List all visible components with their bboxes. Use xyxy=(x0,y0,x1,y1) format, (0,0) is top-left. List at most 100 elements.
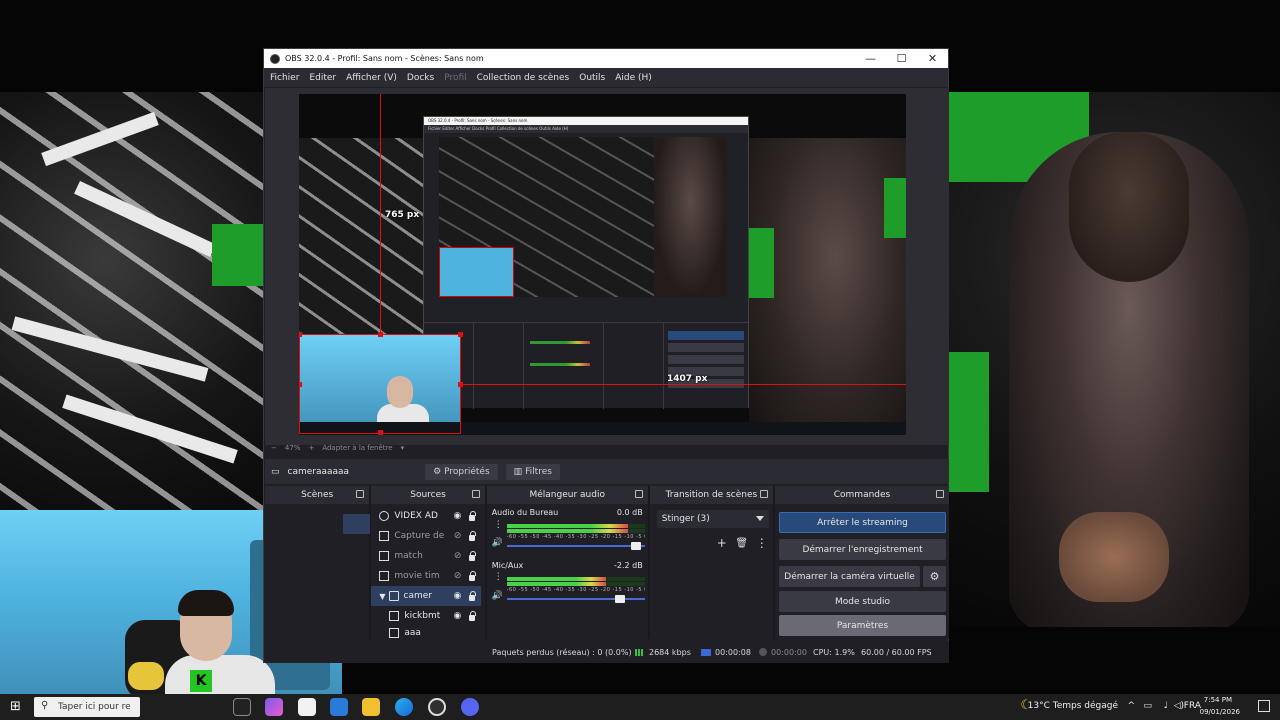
menu-fichier[interactable]: Fichier xyxy=(270,73,299,83)
properties-button[interactable]: ⚙ Propriétés xyxy=(425,463,498,480)
language-indicator[interactable]: FRA xyxy=(1184,701,1201,711)
source-item[interactable]: VIDEX AD ◉ xyxy=(371,506,481,526)
discord-icon[interactable] xyxy=(461,698,479,716)
resize-handle-tr[interactable] xyxy=(458,332,463,337)
filters-button[interactable]: ▥ Filtres xyxy=(505,463,560,480)
source-item[interactable]: aaa xyxy=(371,626,481,639)
undock-icon[interactable] xyxy=(356,490,365,498)
clock-date[interactable]: 09/01/2026 xyxy=(1200,708,1240,716)
eye-icon[interactable]: ◉ xyxy=(454,611,462,621)
more-options-icon[interactable]: ⋮ xyxy=(494,572,503,582)
chevron-down-icon[interactable]: ▾ xyxy=(401,444,405,452)
clock-time[interactable]: 7:54 PM xyxy=(1204,696,1232,704)
obs-logo-icon xyxy=(270,53,280,64)
zoom-out-button[interactable]: − xyxy=(271,444,277,452)
stop-streaming-button[interactable]: Arrêter le streaming xyxy=(779,512,947,533)
lock-icon[interactable] xyxy=(469,571,477,581)
level-meter xyxy=(506,582,645,586)
lock-icon[interactable] xyxy=(469,551,477,561)
undock-icon[interactable] xyxy=(935,490,944,498)
start-recording-button[interactable]: Démarrer l'enregistrement xyxy=(779,539,947,560)
menu-collection[interactable]: Collection de scènes xyxy=(477,73,570,83)
lock-icon[interactable] xyxy=(469,591,477,601)
more-options-icon[interactable]: ⋮ xyxy=(754,535,770,551)
menu-aide[interactable]: Aide (H) xyxy=(615,73,652,83)
store-icon[interactable] xyxy=(298,698,316,716)
lock-icon[interactable] xyxy=(469,531,477,541)
channel-db: -2.2 dB xyxy=(613,561,643,570)
resize-handle-r[interactable] xyxy=(458,382,463,387)
menu-docks[interactable]: Docks xyxy=(407,73,434,83)
scene-list[interactable] xyxy=(265,504,370,639)
eye-icon[interactable]: ◉ xyxy=(454,511,462,521)
file-explorer-icon[interactable] xyxy=(362,698,380,716)
undock-icon[interactable] xyxy=(471,490,480,498)
lock-icon[interactable] xyxy=(469,611,477,621)
height-measure-label: 765 px xyxy=(385,210,420,220)
notifications-icon[interactable] xyxy=(1258,700,1270,712)
fps: 60.00 / 60.00 FPS xyxy=(861,647,932,657)
zoom-in-button[interactable]: + xyxy=(308,444,314,452)
source-item-selected[interactable]: ▼ camer ◉ xyxy=(371,586,482,606)
maximize-button[interactable]: ☐ xyxy=(886,49,917,68)
source-item[interactable]: match ⊘ xyxy=(371,546,481,566)
settings-button[interactable]: Paramètres xyxy=(779,615,947,636)
menu-afficher[interactable]: Afficher (V) xyxy=(346,73,397,83)
lock-icon[interactable] xyxy=(469,511,477,521)
source-label: VIDEX AD xyxy=(394,511,438,521)
eye-hidden-icon[interactable]: ⊘ xyxy=(454,551,462,561)
eye-hidden-icon[interactable]: ⊘ xyxy=(454,571,462,581)
source-item[interactable]: Capture de ⊘ xyxy=(371,526,481,546)
task-view-icon[interactable] xyxy=(233,698,251,716)
speaker-icon[interactable]: 🔊 xyxy=(492,538,503,548)
start-virtualcam-button[interactable]: Démarrer la caméra virtuelle xyxy=(779,566,921,587)
volume-icon[interactable]: ◁) xyxy=(1174,701,1184,711)
record-icon xyxy=(759,648,767,656)
cpu-usage: CPU: 1.9% xyxy=(813,647,855,657)
source-label: aaa xyxy=(404,627,421,638)
trash-icon[interactable]: 🗑 xyxy=(734,535,750,551)
menu-editer[interactable]: Editer xyxy=(309,73,336,83)
weather-text[interactable]: 13°C Temps dégagé xyxy=(1028,701,1118,711)
volume-slider[interactable] xyxy=(506,595,645,603)
source-item[interactable]: movie tim ⊘ xyxy=(371,566,481,586)
background-clapperboard-left xyxy=(0,92,264,512)
fit-window-select[interactable]: Adapter à la fenêtre xyxy=(322,444,392,452)
add-transition-button[interactable]: + xyxy=(714,535,730,551)
undock-icon[interactable] xyxy=(634,490,643,498)
copilot-icon[interactable] xyxy=(265,698,283,716)
image-icon: ▭ xyxy=(271,466,280,477)
resize-handle-l[interactable] xyxy=(299,382,302,387)
studio-mode-button[interactable]: Mode studio xyxy=(779,591,947,612)
source-item[interactable]: kickbmt ◉ xyxy=(371,606,481,626)
network-icon[interactable]: ▭ xyxy=(1143,701,1152,711)
more-options-icon[interactable]: ⋮ xyxy=(494,520,503,530)
program-preview[interactable]: OBS 32.0.4 - Profil: Sans nom - Scènes: … xyxy=(299,94,906,435)
microphone-icon[interactable]: ♩ xyxy=(1164,701,1168,711)
eye-icon[interactable]: ◉ xyxy=(454,591,462,601)
taskbar-search[interactable]: ⚲ Taper ici pour re xyxy=(34,697,140,717)
resize-handle-t[interactable] xyxy=(378,332,383,337)
obs-icon[interactable] xyxy=(428,698,446,716)
source-selection-box[interactable] xyxy=(299,334,461,434)
menu-outils[interactable]: Outils xyxy=(579,73,605,83)
eye-hidden-icon[interactable]: ⊘ xyxy=(454,531,462,541)
resize-handle-tl[interactable] xyxy=(299,332,302,337)
chevron-down-icon xyxy=(755,516,764,521)
edge-icon[interactable] xyxy=(395,698,413,716)
minimize-button[interactable]: — xyxy=(855,49,886,68)
transition-select[interactable]: Stinger (3) xyxy=(656,510,769,528)
tray-chevron-up-icon[interactable]: ^ xyxy=(1127,701,1135,711)
scene-item-selected[interactable] xyxy=(343,514,370,534)
chevron-down-icon[interactable]: ▼ xyxy=(379,592,385,601)
virtualcam-settings-gear-icon[interactable]: ⚙ xyxy=(923,566,947,587)
horizontal-guide xyxy=(461,384,906,385)
speaker-icon[interactable]: 🔊 xyxy=(492,591,503,601)
docks-row: Scènes Sources VIDEX AD ◉ Capture de ⊘ m… xyxy=(265,486,949,639)
windows-start-icon[interactable]: ⊞ xyxy=(10,699,21,714)
resize-handle-b[interactable] xyxy=(378,430,383,435)
undock-icon[interactable] xyxy=(760,490,769,498)
volume-slider[interactable] xyxy=(506,542,645,550)
mail-icon[interactable] xyxy=(330,698,348,716)
close-button[interactable]: ✕ xyxy=(917,49,948,68)
